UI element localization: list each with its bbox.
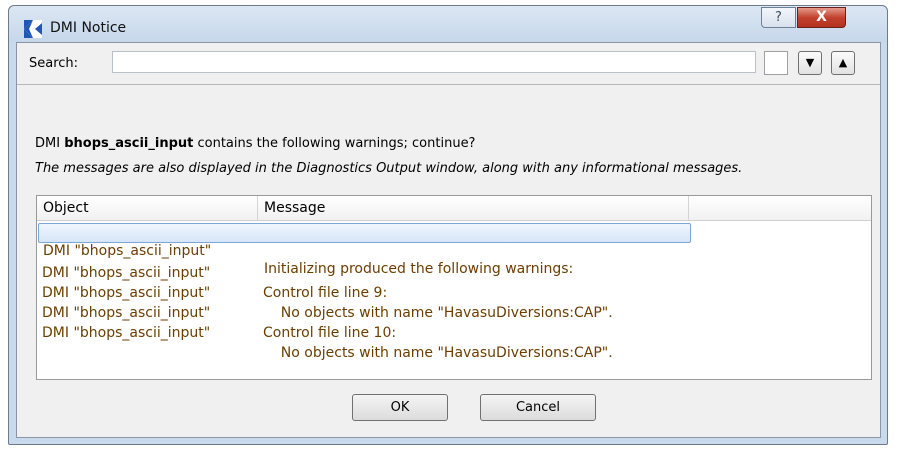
find-next-button[interactable]: ▼ bbox=[798, 51, 822, 75]
search-highlight-swatch[interactable] bbox=[764, 51, 788, 75]
cancel-button[interactable]: Cancel bbox=[480, 394, 596, 421]
find-previous-button[interactable]: ▲ bbox=[831, 51, 855, 75]
table-header: Object Message bbox=[37, 196, 871, 221]
table-row[interactable]: DMI "bhops_ascii_input" Control file lin… bbox=[38, 243, 691, 301]
column-header-message[interactable]: Message bbox=[258, 196, 689, 220]
column-header-object[interactable]: Object bbox=[37, 196, 258, 220]
dmi-name: bhops_ascii_input bbox=[64, 136, 194, 151]
message-cell: Control file line 10: bbox=[263, 325, 397, 341]
close-button[interactable]: X bbox=[797, 7, 846, 28]
table-row[interactable]: DMI "bhops_ascii_input" No objects with … bbox=[38, 303, 691, 361]
search-bar: Search: ▼ ▲ bbox=[17, 43, 880, 85]
app-logo-icon bbox=[24, 20, 42, 38]
table-row[interactable]: DMI "bhops_ascii_input" Initializing pro… bbox=[38, 223, 691, 277]
close-icon: X bbox=[816, 9, 827, 25]
dialog-window: DMI Notice ? X Search: ▼ ▲ DMI bhops_asc… bbox=[8, 5, 888, 445]
arrow-up-icon: ▲ bbox=[838, 56, 848, 69]
warnings-table[interactable]: Object Message DMI "bhops_ascii_input" I… bbox=[36, 195, 872, 380]
ok-button[interactable]: OK bbox=[352, 394, 448, 421]
table-row[interactable]: DMI "bhops_ascii_input" No objects with … bbox=[38, 263, 691, 321]
search-input[interactable] bbox=[112, 51, 756, 73]
help-button[interactable]: ? bbox=[761, 7, 796, 28]
object-cell: DMI "bhops_ascii_input" bbox=[42, 325, 211, 341]
diagnostics-note: The messages are also displayed in the D… bbox=[35, 161, 743, 176]
table-row[interactable]: DMI "bhops_ascii_input" Control file lin… bbox=[38, 283, 691, 341]
search-label: Search: bbox=[29, 56, 79, 71]
title-bar: DMI Notice ? X bbox=[9, 6, 887, 42]
message-cell: No objects with name "HavasuDiversions:C… bbox=[263, 345, 613, 361]
warning-prompt: DMI bhops_ascii_input contains the follo… bbox=[35, 136, 476, 151]
window-title: DMI Notice bbox=[50, 20, 127, 36]
help-icon: ? bbox=[775, 10, 782, 25]
arrow-down-icon: ▼ bbox=[805, 56, 815, 69]
column-header-filler bbox=[689, 196, 871, 220]
